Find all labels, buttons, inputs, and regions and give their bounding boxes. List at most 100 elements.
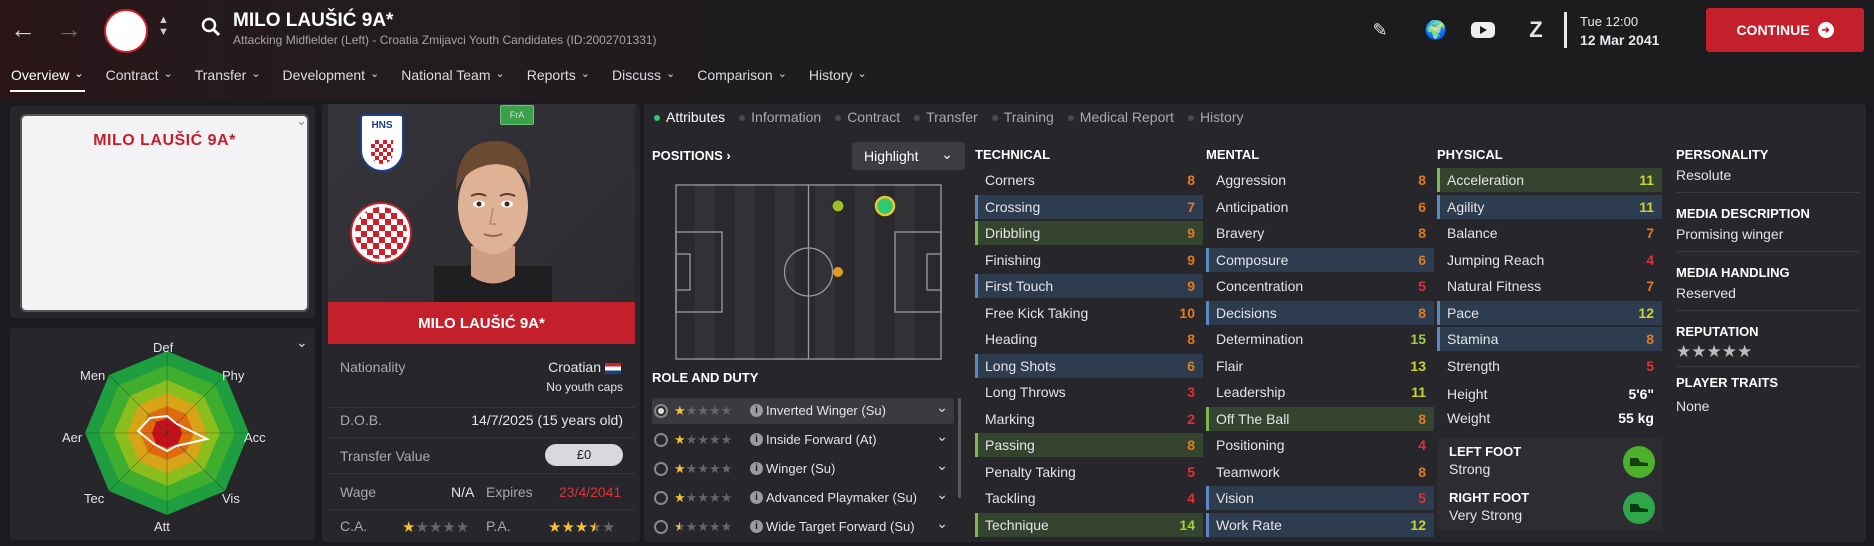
tab-training[interactable]: Training	[990, 108, 1066, 128]
chevron-down-icon[interactable]: ⌄	[936, 428, 948, 445]
globe-icon[interactable]: 🌍	[1424, 18, 1448, 42]
mental-attr-row[interactable]: Determination 15	[1206, 327, 1434, 351]
mental-attr-row[interactable]: Leadership 11	[1206, 380, 1434, 404]
mental-attr-row[interactable]: Concentration 5	[1206, 274, 1434, 298]
attr-name: Off The Ball	[1216, 410, 1290, 427]
technical-attr-row[interactable]: Corners 8	[975, 168, 1203, 192]
highlight-dropdown[interactable]: Highlight ⌄	[852, 142, 965, 170]
zendesk-icon[interactable]: Z	[1524, 17, 1548, 42]
attr-value: 8	[1418, 410, 1426, 427]
roles-scrollbar[interactable]	[958, 398, 961, 498]
technical-attr-row[interactable]: First Touch 9	[975, 274, 1203, 298]
portrait-dropdown-icon[interactable]: ⌄	[296, 113, 307, 129]
youtube-icon[interactable]	[1470, 18, 1496, 42]
info-icon[interactable]: i	[750, 462, 763, 475]
nav-item-history[interactable]: History	[798, 64, 878, 94]
physical-attr-row[interactable]: Agility 11	[1437, 194, 1662, 219]
positions-title[interactable]: POSITIONS ›	[652, 148, 731, 163]
tab-medical-report[interactable]: Medical Report	[1066, 108, 1186, 128]
continue-button[interactable]: CONTINUE ➜	[1706, 8, 1864, 52]
mental-attr-row[interactable]: Anticipation 6	[1206, 195, 1434, 219]
role-radio[interactable]	[654, 404, 668, 418]
role-radio[interactable]	[654, 462, 668, 476]
role-radio[interactable]	[654, 491, 668, 505]
mental-attr-row[interactable]: Decisions 8	[1206, 300, 1434, 325]
technical-attr-row[interactable]: Long Shots 6	[975, 353, 1203, 378]
role-row[interactable]: ★★★★★ i Wide Target Forward (Su) ⌄	[652, 514, 954, 540]
role-radio[interactable]	[654, 520, 668, 534]
role-row[interactable]: ★★★★★ i Inside Forward (At) ⌄	[652, 427, 954, 453]
mental-attr-row[interactable]: Teamwork 8	[1206, 460, 1434, 484]
continue-arrow-icon: ➜	[1817, 22, 1834, 38]
role-row[interactable]: ★★★★★ i Winger (Su) ⌄	[652, 456, 954, 482]
mental-attr-row[interactable]: Composure 6	[1206, 247, 1434, 272]
info-icon[interactable]: i	[750, 404, 763, 417]
mental-attr-row[interactable]: Off The Ball 8	[1206, 406, 1434, 431]
switch-player-icon[interactable]: ▲ ▼	[158, 14, 169, 38]
physical-attr-row[interactable]: Balance 7	[1437, 221, 1662, 245]
mental-attr-row[interactable]: Vision 5	[1206, 486, 1434, 510]
mental-attr-row[interactable]: Work Rate 12	[1206, 512, 1434, 537]
tab-attributes[interactable]: Attributes	[652, 108, 737, 128]
mental-attr-row[interactable]: Bravery 8	[1206, 221, 1434, 245]
nav-item-reports[interactable]: Reports	[516, 64, 601, 94]
club-crest-large[interactable]	[352, 204, 410, 262]
physical-attr-row[interactable]: Strength 5	[1437, 354, 1662, 378]
mental-attr-row[interactable]: Aggression 8	[1206, 168, 1434, 192]
physical-attr-row[interactable]: Acceleration 11	[1437, 168, 1662, 192]
nav-item-national-team[interactable]: National Team	[390, 64, 515, 94]
attr-value: 7	[1646, 225, 1654, 241]
technical-attr-row[interactable]: Finishing 9	[975, 248, 1203, 272]
edit-pencil-icon[interactable]: ✎	[1368, 18, 1392, 42]
national-team-crest[interactable]: HNS	[360, 114, 404, 172]
physical-attr-row[interactable]: Natural Fitness 7	[1437, 274, 1662, 298]
physical-attr-row[interactable]: Stamina 8	[1437, 327, 1662, 351]
technical-attr-row[interactable]: Free Kick Taking 10	[975, 301, 1203, 325]
attr-value: 6	[1418, 251, 1426, 268]
physical-attr-row[interactable]: Jumping Reach 4	[1437, 248, 1662, 272]
tab-transfer[interactable]: Transfer	[912, 108, 990, 128]
attr-value: 11	[1639, 172, 1654, 188]
nav-item-contract[interactable]: Contract	[95, 64, 184, 94]
tab-history[interactable]: History	[1186, 108, 1256, 128]
nav-item-overview[interactable]: Overview	[0, 64, 95, 94]
technical-attr-row[interactable]: Crossing 7	[975, 194, 1203, 219]
technical-attr-row[interactable]: Technique 14	[975, 512, 1203, 537]
role-row[interactable]: ★★★★★ i Advanced Playmaker (Su) ⌄	[652, 485, 954, 511]
pitch-diagram	[675, 184, 942, 360]
tab-contract[interactable]: Contract	[833, 108, 912, 128]
nav-item-development[interactable]: Development	[272, 64, 391, 94]
technical-attr-row[interactable]: Tackling 4	[975, 486, 1203, 510]
role-stars: ★★★★★	[674, 403, 733, 418]
chevron-down-icon[interactable]: ⌄	[936, 486, 948, 503]
chevron-down-icon[interactable]: ⌄	[936, 399, 948, 416]
search-icon[interactable]	[200, 16, 222, 43]
role-row[interactable]: ★★★★★ i Inverted Winger (Su) ⌄	[652, 398, 954, 424]
nationality-value[interactable]: Croatian	[548, 359, 601, 375]
role-radio[interactable]	[654, 433, 668, 447]
forward-arrow-icon[interactable]: →	[56, 16, 82, 42]
mental-attr-row[interactable]: Flair 13	[1206, 354, 1434, 378]
technical-attr-row[interactable]: Marking 2	[975, 407, 1203, 431]
mental-attr-row[interactable]: Positioning 4	[1206, 433, 1434, 457]
club-crest[interactable]	[104, 9, 148, 53]
info-icon[interactable]: i	[750, 491, 763, 504]
nav-item-comparison[interactable]: Comparison	[686, 64, 798, 94]
technical-attr-row[interactable]: Dribbling 9	[975, 221, 1203, 245]
technical-attr-row[interactable]: Long Throws 3	[975, 380, 1203, 404]
technical-attr-row[interactable]: Passing 8	[975, 433, 1203, 457]
back-arrow-icon[interactable]: ←	[10, 16, 36, 42]
attr-name: Work Rate	[1216, 516, 1282, 533]
nav-item-discuss[interactable]: Discuss	[601, 64, 686, 94]
nav-item-transfer[interactable]: Transfer	[184, 64, 272, 94]
info-icon[interactable]: i	[750, 520, 763, 533]
physical-attr-row[interactable]: Pace 12	[1437, 300, 1662, 325]
chevron-down-icon[interactable]: ⌄	[936, 457, 948, 474]
tab-information[interactable]: Information	[737, 108, 833, 128]
transfer-value-pill[interactable]: £0	[545, 444, 623, 466]
chevron-down-icon[interactable]: ⌄	[936, 515, 948, 532]
radar-dropdown-icon[interactable]: ⌄	[296, 334, 308, 351]
technical-attr-row[interactable]: Heading 8	[975, 327, 1203, 351]
technical-attr-row[interactable]: Penalty Taking 5	[975, 460, 1203, 484]
info-icon[interactable]: i	[750, 433, 763, 446]
